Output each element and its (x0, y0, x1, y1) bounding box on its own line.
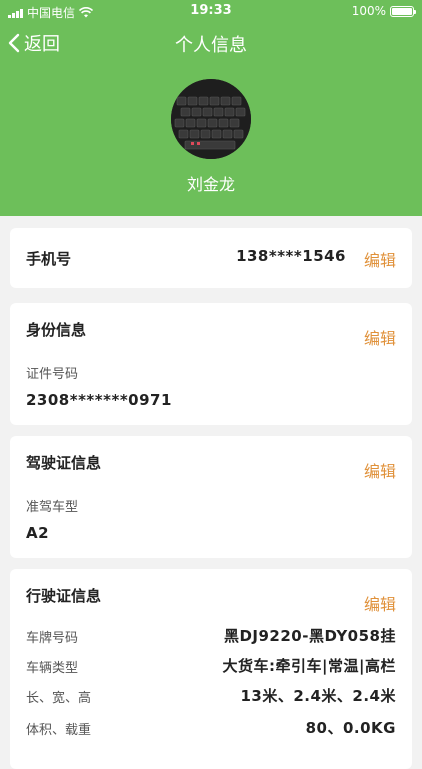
phone-value: 138****1546 (236, 247, 346, 265)
edit-phone-button[interactable]: 编辑 (364, 247, 396, 271)
keyboard-photo-icon (171, 79, 251, 159)
edit-identity-button[interactable]: 编辑 (364, 325, 396, 349)
avatar[interactable] (171, 79, 251, 159)
battery-icon (390, 5, 416, 17)
status-bar: 中国电信 19:33 100% (0, 0, 422, 22)
plate-number-value: 黑DJ9220-黑DY058挂 (223, 627, 396, 645)
page-title: 个人信息 (175, 35, 247, 56)
profile-header: 中国电信 19:33 100% 返回 个人信息 刘金龙 (0, 0, 422, 216)
vehicle-license-title: 行驶证信息 (26, 587, 102, 605)
identity-card: 身份信息 编辑 证件号码 2308*******0971 (10, 303, 412, 425)
phone-card: 手机号 138****1546 编辑 (10, 228, 412, 288)
id-number-value: 2308*******0971 (26, 391, 172, 409)
identity-title: 身份信息 (26, 321, 87, 339)
driver-license-title: 驾驶证信息 (26, 454, 102, 472)
battery-percent: 100% (351, 4, 386, 18)
user-name: 刘金龙 (186, 175, 235, 194)
phone-title: 手机号 (26, 250, 72, 268)
license-class-label: 准驾车型 (26, 500, 79, 515)
status-right: 100% (351, 4, 416, 18)
plate-number-label: 车牌号码 (26, 631, 79, 646)
driver-license-card: 驾驶证信息 编辑 准驾车型 A2 (10, 436, 412, 558)
volume-load-label: 体积、载重 (26, 723, 92, 738)
edit-driver-license-button[interactable]: 编辑 (364, 458, 396, 482)
edit-vehicle-license-button[interactable]: 编辑 (364, 591, 396, 615)
id-number-label: 证件号码 (26, 367, 79, 382)
vehicle-type-label: 车辆类型 (26, 661, 79, 676)
dimensions-label: 长、宽、高 (26, 691, 92, 706)
vehicle-license-card: 行驶证信息 编辑 车牌号码 黑DJ9220-黑DY058挂 车辆类型 大货车:牵… (10, 569, 412, 769)
volume-load-value: 80、0.0KG (305, 719, 396, 737)
dimensions-value: 13米、2.4米、2.4米 (240, 687, 396, 705)
vehicle-type-value: 大货车:牵引车|常温|高栏 (222, 657, 396, 675)
nav-bar: 返回 个人信息 (0, 26, 422, 60)
license-class-value: A2 (26, 524, 50, 542)
